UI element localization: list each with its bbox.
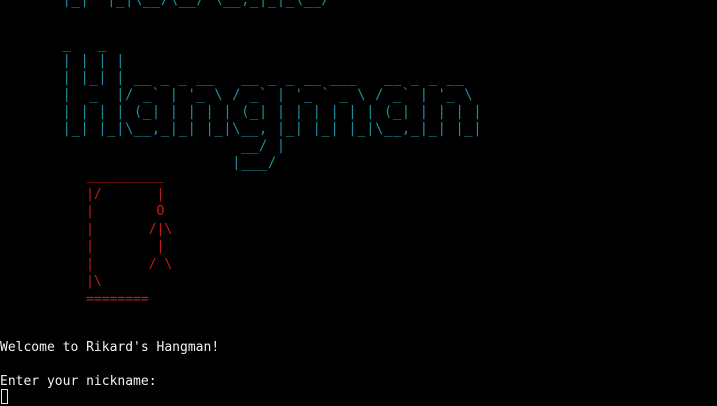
welcome-message: Welcome to Rikard's Hangman! (0, 340, 220, 355)
hangman-ascii-title: _ _ | | | | | |_| | __ _ _ __ __ _ _ __ … (62, 36, 483, 171)
text-cursor[interactable] (1, 389, 8, 404)
hangman-gallows-figure: __________ |/ | | O | /|\ | | | / \ |\ =… (86, 169, 173, 307)
nickname-prompt: Enter your nickname: (0, 374, 165, 389)
ascii-banner-top-fragment: |_| |_|\__/\__/ \__,_|_|_\__/ (0, 0, 331, 8)
terminal-window[interactable]: |_| |_|\__/\__/ \__,_|_|_\__/ _ _ | | | … (0, 0, 717, 406)
